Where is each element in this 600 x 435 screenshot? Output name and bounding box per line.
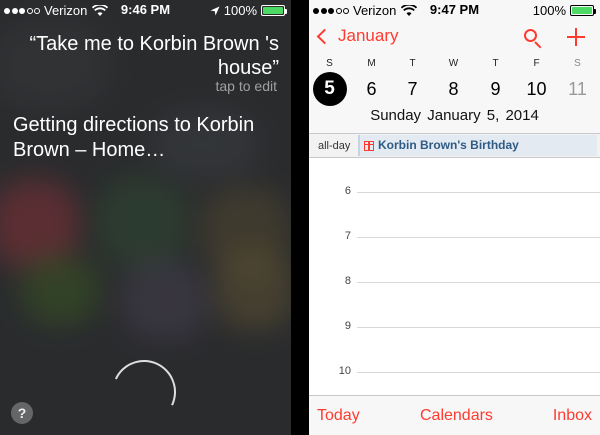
calendars-button[interactable]: Calendars (420, 407, 493, 425)
all-day-label: all-day (318, 140, 351, 152)
weekday-letter: S (574, 58, 581, 69)
week-strip: S 5 M 6 T 7 W 8 T 9 F 10 S 11 (309, 56, 600, 106)
week-day[interactable]: W8 (433, 56, 474, 106)
hour-row: 9 (309, 320, 600, 340)
bottom-toolbar: Today Calendars Inbox (309, 395, 600, 435)
chevron-left-icon (316, 28, 333, 44)
status-bar: Verizon 9:46 PM 100% (0, 0, 291, 20)
help-icon[interactable]: ? (11, 402, 33, 424)
hour-gridline (357, 282, 600, 283)
hour-gridline (357, 372, 600, 373)
day-timeline[interactable]: 6 7 8 9 10 (309, 159, 600, 395)
siri-spoken-query[interactable]: “Take me to Korbin Brown 's house” (29, 32, 279, 80)
hour-row: 7 (309, 230, 600, 250)
inbox-button[interactable]: Inbox (553, 407, 592, 425)
day-number: 7 (407, 79, 418, 99)
hour-row: 8 (309, 275, 600, 295)
location-arrow-icon (210, 6, 220, 15)
day-number: 6 (366, 79, 377, 99)
weekday-letter: W (448, 58, 459, 69)
hour-row: 6 (309, 185, 600, 205)
day-number: 11 (568, 79, 587, 99)
weekday-letter: S (326, 58, 333, 69)
weekday-letter: M (367, 58, 376, 69)
screenshot-divider (291, 0, 309, 435)
day-number: 9 (490, 79, 501, 99)
today-button[interactable]: Today (317, 407, 360, 425)
hour-label: 9 (344, 320, 351, 332)
day-number: 8 (448, 79, 459, 99)
week-day[interactable]: F 10 (516, 56, 557, 106)
hour-gridline (357, 192, 600, 193)
hour-label: 8 (344, 275, 351, 287)
plus-icon[interactable] (567, 28, 585, 46)
tap-to-edit-hint[interactable]: tap to edit (216, 78, 278, 94)
weekday-letter: T (492, 58, 499, 69)
search-icon[interactable] (523, 28, 543, 49)
hour-gridline (357, 327, 600, 328)
week-day[interactable]: M6 (351, 56, 392, 106)
siri-response-text: Getting directions to Korbin Brown – Hom… (13, 114, 255, 161)
hour-label: 7 (344, 230, 351, 242)
week-day[interactable]: S 11 (557, 56, 598, 106)
battery-icon (570, 5, 596, 16)
back-button-label: January (338, 26, 399, 45)
all-day-event[interactable]: Korbin Brown's Birthday (358, 135, 597, 156)
weekday-letter: T (409, 58, 416, 69)
battery-percent: 100% (532, 3, 566, 18)
back-to-month-button[interactable]: January (315, 26, 398, 46)
gift-icon (364, 140, 374, 151)
week-day[interactable]: T7 (392, 56, 433, 106)
selected-day-number: 5 (312, 72, 347, 106)
day-number: 10 (526, 79, 547, 99)
all-day-row: all-day Korbin Brown's Birthday (309, 133, 600, 158)
battery-icon (261, 5, 287, 16)
week-day[interactable]: S5 (309, 56, 350, 106)
week-day[interactable]: T9 (475, 56, 516, 106)
status-bar: Verizon 9:47 PM 100% (309, 0, 600, 20)
event-title: Korbin Brown's Birthday (378, 138, 519, 152)
weekday-letter: F (533, 58, 540, 69)
calendar-screen: Verizon 9:47 PM 100% January S5M6T7W8T9F… (309, 0, 600, 435)
battery-percent: 100% (223, 3, 257, 18)
hour-row: 10 (309, 365, 600, 385)
selected-date-label: Sunday January 5, 2014 (370, 107, 539, 124)
hour-gridline (357, 237, 600, 238)
hour-label: 6 (344, 185, 351, 197)
hour-label: 10 (338, 365, 351, 377)
siri-screen: Verizon 9:46 PM 100% “Take me to Korbin … (0, 0, 291, 435)
